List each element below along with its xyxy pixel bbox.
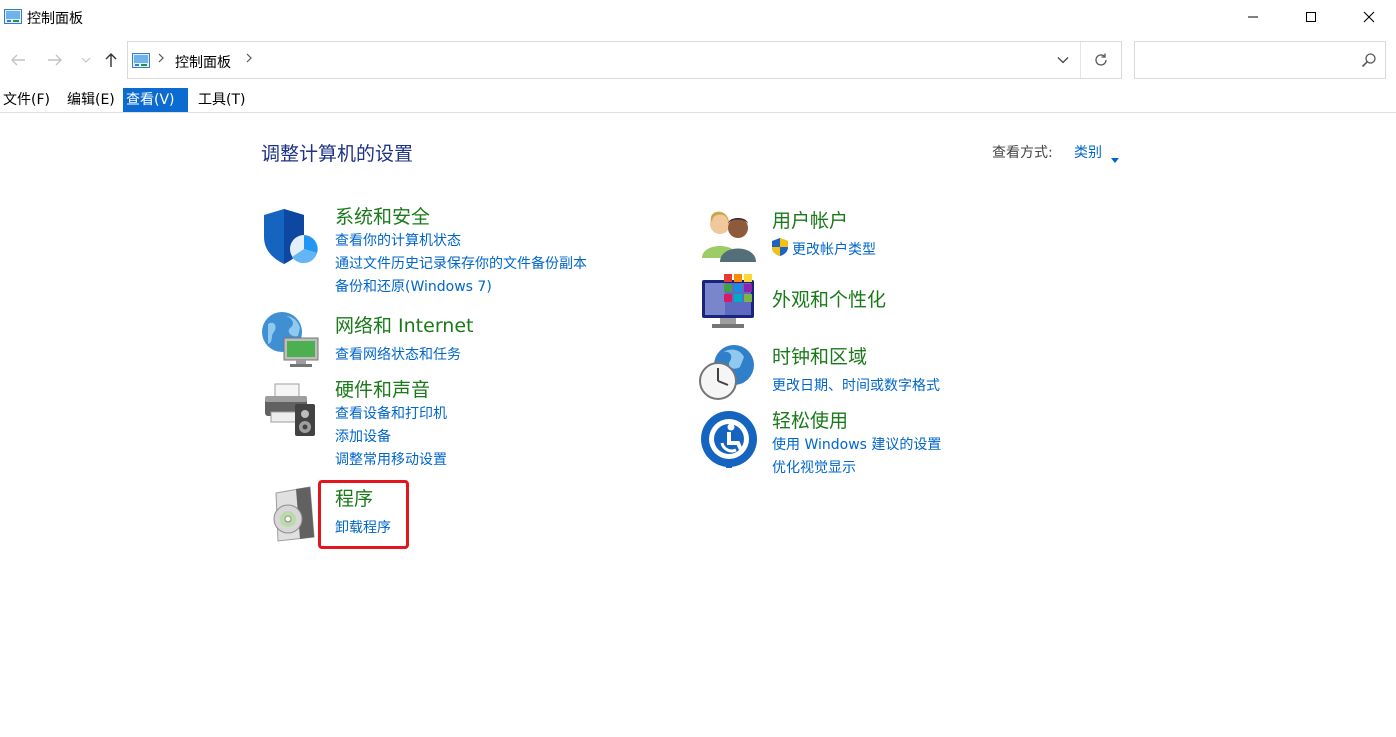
link-change-date-time-format[interactable]: 更改日期、时间或数字格式 xyxy=(772,375,940,395)
breadcrumb-separator-icon[interactable] xyxy=(245,52,253,68)
search-box[interactable] xyxy=(1134,41,1386,79)
navigation-bar: 控制面板 xyxy=(0,40,1396,80)
control-panel-icon xyxy=(4,9,22,24)
menu-tools[interactable]: 工具(T) xyxy=(195,88,248,112)
recent-locations-button[interactable] xyxy=(80,50,92,70)
link-network-status[interactable]: 查看网络状态和任务 xyxy=(335,344,461,364)
printer-speaker-icon[interactable] xyxy=(261,380,321,440)
minimize-icon xyxy=(1248,16,1258,18)
clock-globe-icon[interactable] xyxy=(698,343,758,403)
search-icon xyxy=(1361,52,1377,72)
refresh-icon xyxy=(1095,53,1107,66)
window-title: 控制面板 xyxy=(27,11,83,27)
link-file-history-backup[interactable]: 通过文件历史记录保存你的文件备份副本 xyxy=(335,253,587,273)
category-clock-region[interactable]: 时钟和区域 xyxy=(772,342,867,369)
chevron-down-icon xyxy=(81,57,91,63)
network-globe-icon[interactable] xyxy=(260,310,320,370)
category-user-accounts[interactable]: 用户帐户 xyxy=(772,206,848,233)
category-ease-of-access[interactable]: 轻松使用 xyxy=(772,406,848,433)
address-bar[interactable]: 控制面板 xyxy=(127,41,1122,79)
breadcrumb-separator-icon[interactable] xyxy=(157,52,165,68)
maximize-button[interactable] xyxy=(1282,0,1340,34)
programs-disc-icon[interactable] xyxy=(266,485,326,545)
maximize-icon xyxy=(1306,12,1316,22)
refresh-button[interactable] xyxy=(1081,42,1121,78)
close-icon xyxy=(1363,11,1375,23)
breadcrumb-item[interactable]: 控制面板 xyxy=(175,52,231,72)
users-icon[interactable] xyxy=(700,208,760,268)
dropdown-caret-icon[interactable] xyxy=(1111,148,1119,167)
menu-bar: 文件(F) 编辑(E) 查看(V) 工具(T) xyxy=(0,88,1396,113)
page-title: 调整计算机的设置 xyxy=(261,143,414,165)
link-add-device[interactable]: 添加设备 xyxy=(335,426,391,446)
address-history-button[interactable] xyxy=(1046,42,1080,78)
view-by-dropdown[interactable]: 类别 xyxy=(1074,142,1102,162)
minimize-button[interactable] xyxy=(1224,0,1282,34)
up-button[interactable] xyxy=(101,50,121,70)
link-devices-printers[interactable]: 查看设备和打印机 xyxy=(335,403,447,423)
category-hardware-sound[interactable]: 硬件和声音 xyxy=(335,375,430,402)
close-button[interactable] xyxy=(1340,0,1396,34)
link-view-computer-status[interactable]: 查看你的计算机状态 xyxy=(335,230,461,250)
menu-edit[interactable]: 编辑(E) xyxy=(64,88,118,112)
shield-icon[interactable] xyxy=(262,207,322,267)
category-network-internet[interactable]: 网络和 Internet xyxy=(335,311,473,338)
link-recommended-settings[interactable]: 使用 Windows 建议的设置 xyxy=(772,434,941,454)
chevron-down-icon xyxy=(1057,57,1069,64)
highlight-box xyxy=(318,480,409,549)
category-appearance-personalization[interactable]: 外观和个性化 xyxy=(772,285,886,312)
uac-shield-icon xyxy=(771,237,789,261)
forward-arrow-icon xyxy=(48,54,62,66)
menu-view[interactable]: 查看(V) xyxy=(123,88,188,112)
back-arrow-icon xyxy=(11,54,25,66)
link-change-account-type[interactable]: 更改帐户类型 xyxy=(792,239,876,259)
view-by-label: 查看方式: xyxy=(992,145,1053,161)
forward-button[interactable] xyxy=(45,50,65,70)
menu-file[interactable]: 文件(F) xyxy=(0,88,53,112)
title-bar: 控制面板 xyxy=(0,0,1396,34)
control-panel-icon xyxy=(132,53,150,68)
link-optimize-visual-display[interactable]: 优化视觉显示 xyxy=(772,457,856,477)
link-mobility-settings[interactable]: 调整常用移动设置 xyxy=(335,449,447,469)
category-system-security[interactable]: 系统和安全 xyxy=(335,202,430,229)
back-button[interactable] xyxy=(8,50,28,70)
up-arrow-icon xyxy=(105,53,117,67)
ease-of-access-icon[interactable] xyxy=(700,410,760,470)
link-backup-restore[interactable]: 备份和还原(Windows 7) xyxy=(335,276,492,296)
monitor-palette-icon[interactable] xyxy=(700,272,760,332)
